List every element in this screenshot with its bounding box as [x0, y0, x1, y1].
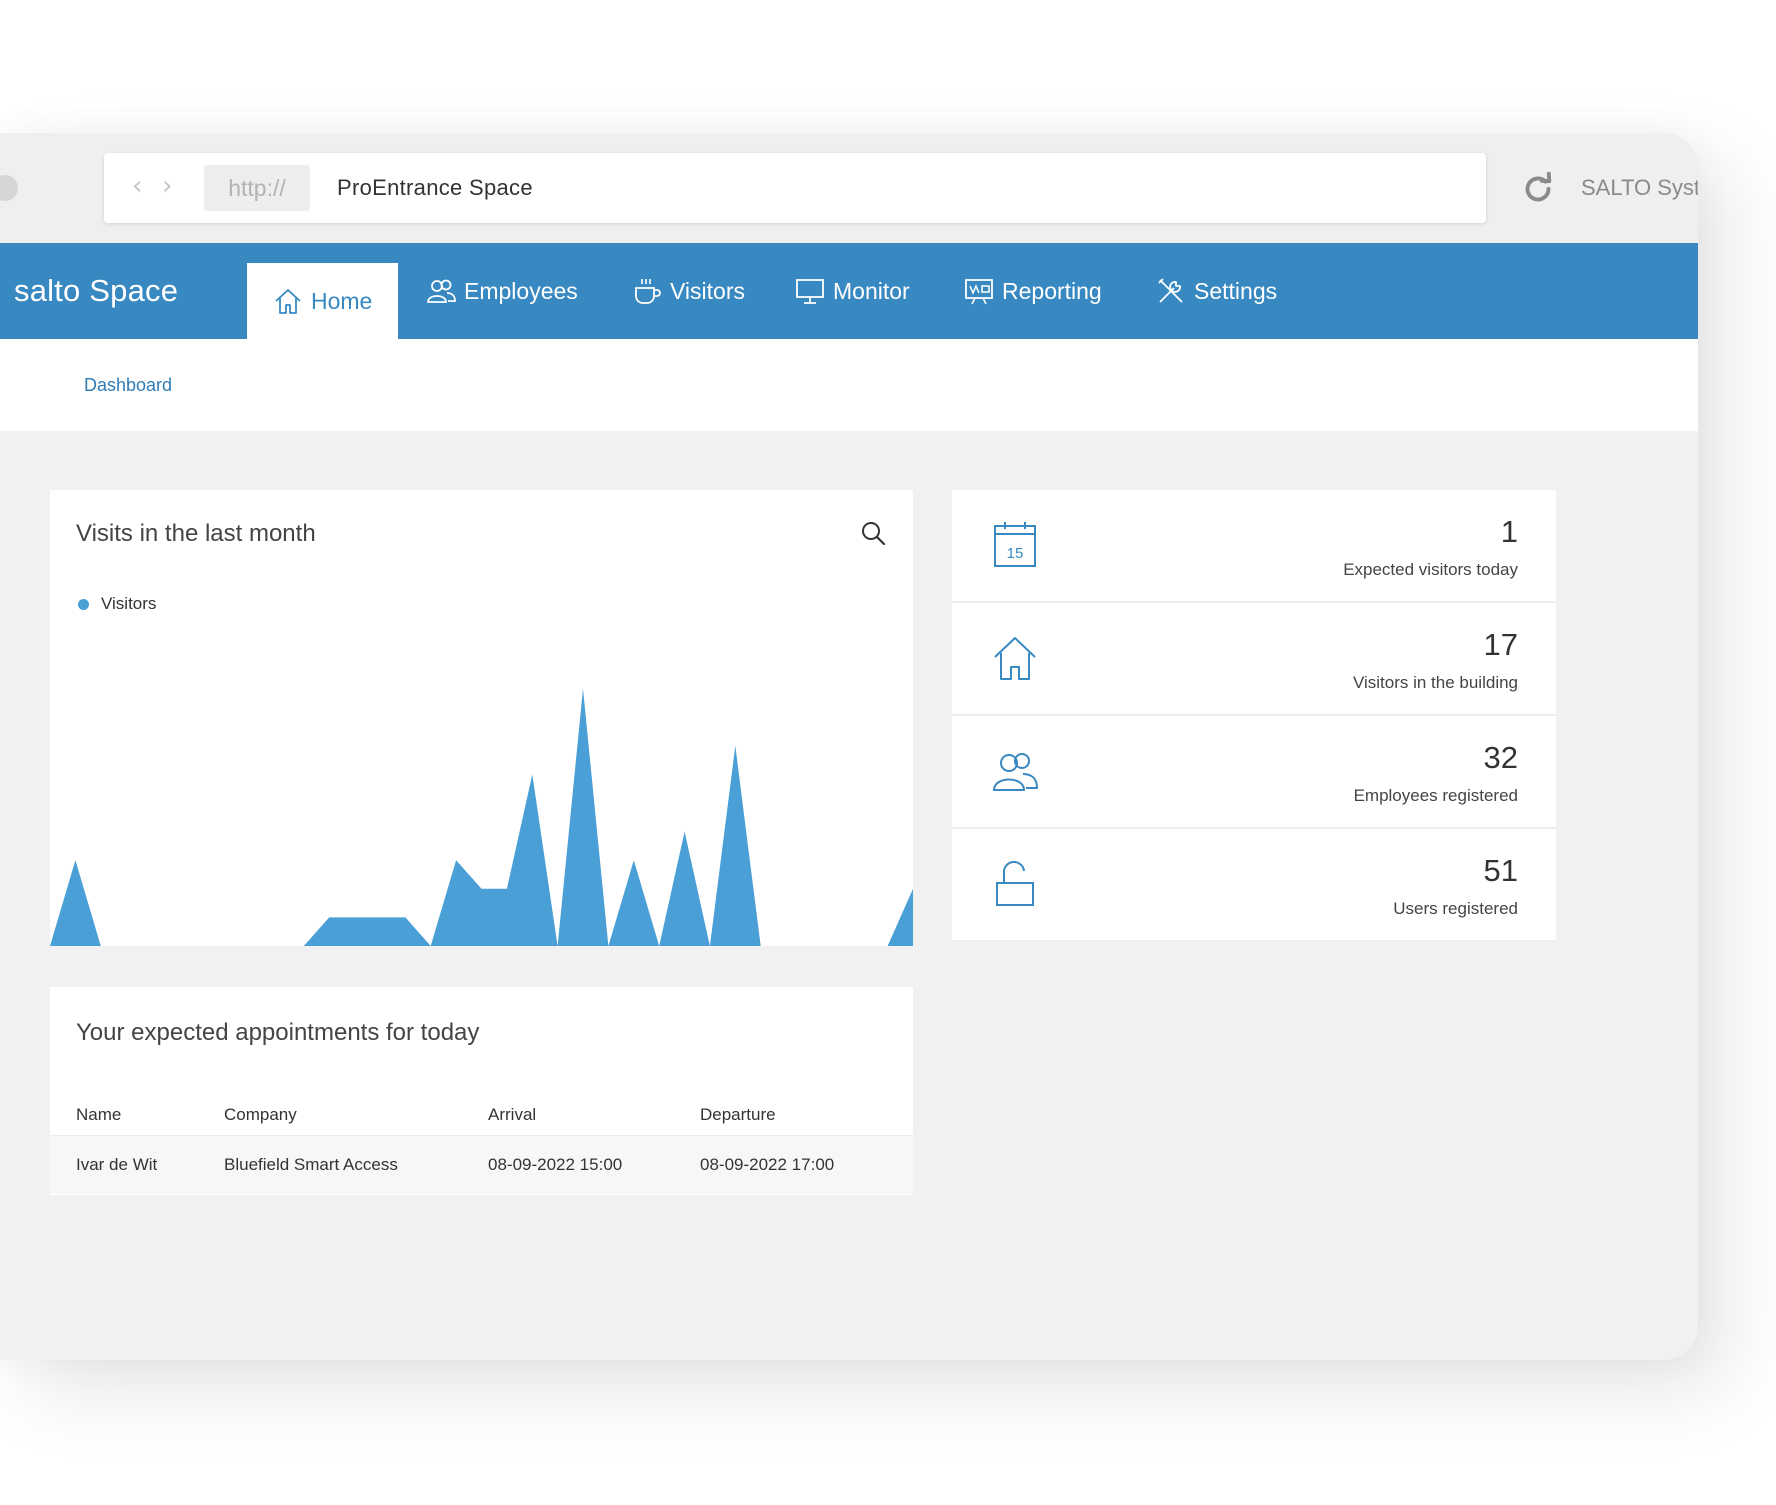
visits-chart — [50, 688, 913, 946]
back-arrow-icon[interactable]: ‹ — [132, 171, 142, 201]
series-area-visitors[interactable] — [50, 688, 913, 946]
chart-legend[interactable]: Visitors — [78, 594, 156, 614]
column-header-name[interactable]: Name — [76, 1105, 121, 1125]
appointments-card: Your expected appointments for today Nam… — [50, 987, 913, 1195]
browser-toolbar: ‹ › http:// ProEntrance Space SALTO Syst — [0, 133, 1698, 243]
home-icon — [275, 289, 301, 314]
tab-label: Home — [311, 287, 373, 314]
stat-value: 32 — [1483, 740, 1518, 775]
url-text[interactable]: ProEntrance Space — [337, 153, 533, 223]
brand-logo[interactable]: salto Space — [14, 243, 178, 339]
stat-label: Users registered — [1393, 899, 1518, 918]
visits-chart-card: Visits in the last month Visitors — [50, 490, 913, 946]
browser-window: ‹ › http:// ProEntrance Space SALTO Syst… — [0, 133, 1698, 1360]
calendar-icon: 15 — [994, 522, 1036, 567]
stat-label: Employees registered — [1353, 786, 1518, 805]
search-icon[interactable] — [860, 520, 886, 546]
monitor-icon — [796, 279, 824, 304]
stat-value: 1 — [1500, 514, 1518, 549]
stats-panel: 15 1 Expected visitors today 17 Visitors… — [952, 490, 1556, 942]
tab-home[interactable]: Home — [247, 263, 399, 339]
tab-label: Visitors — [670, 277, 745, 304]
tab-monitor[interactable]: Monitor — [795, 243, 910, 339]
svg-text:15: 15 — [1007, 545, 1024, 562]
reload-icon[interactable] — [1520, 171, 1556, 207]
stat-value: 17 — [1483, 627, 1518, 662]
sub-header: Dashboard — [0, 339, 1698, 431]
chart-title: Visits in the last month — [76, 520, 316, 547]
url-protocol: http:// — [204, 165, 310, 211]
stat-value: 51 — [1483, 853, 1518, 888]
cell-departure: 08-09-2022 17:00 — [700, 1155, 835, 1174]
window-control-dot[interactable] — [0, 175, 18, 201]
home-icon — [994, 637, 1036, 680]
tab-label: Employees — [464, 277, 578, 304]
tab-label: Monitor — [833, 277, 910, 304]
forward-arrow-icon[interactable]: › — [162, 171, 172, 201]
column-header-company[interactable]: Company — [224, 1105, 297, 1125]
address-bar[interactable]: ‹ › http:// ProEntrance Space — [104, 153, 1486, 223]
cell-arrival: 08-09-2022 15:00 — [488, 1155, 623, 1174]
stat-expected-visitors[interactable]: 15 1 Expected visitors today — [952, 490, 1556, 603]
coffee-cup-icon — [635, 279, 661, 304]
breadcrumb-dashboard[interactable]: Dashboard — [84, 339, 172, 431]
legend-label: Visitors — [101, 594, 157, 613]
stat-visitors-in-building[interactable]: 17 Visitors in the building — [952, 603, 1556, 716]
appointments-title: Your expected appointments for today — [76, 1019, 480, 1046]
table-row[interactable]: Ivar de Wit Bluefield Smart Access 08-09… — [50, 1136, 913, 1194]
stat-label: Expected visitors today — [1343, 560, 1518, 579]
stat-label: Visitors in the building — [1352, 673, 1518, 692]
column-header-arrival[interactable]: Arrival — [488, 1105, 536, 1125]
tab-employees[interactable]: Employees — [426, 243, 578, 339]
report-icon — [965, 279, 993, 305]
cell-name: Ivar de Wit — [76, 1155, 158, 1174]
tab-label: Settings — [1194, 277, 1278, 304]
tools-icon — [1158, 278, 1183, 303]
stat-employees-registered[interactable]: 32 Employees registered — [952, 716, 1556, 829]
tab-visitors[interactable]: Visitors — [632, 243, 745, 339]
tab-settings[interactable]: Settings — [1156, 243, 1277, 339]
tab-label: Reporting — [1002, 277, 1102, 304]
users-icon — [992, 753, 1038, 791]
cell-company: Bluefield Smart Access — [224, 1155, 398, 1174]
browser-tab-label: SALTO Syst — [1581, 175, 1698, 200]
column-header-departure[interactable]: Departure — [700, 1105, 776, 1125]
stat-users-registered[interactable]: 51 Users registered — [952, 829, 1556, 942]
unlock-icon — [996, 861, 1034, 906]
app-header: salto Space Home Employees Visitors Moni… — [0, 243, 1698, 339]
users-icon — [427, 279, 456, 303]
legend-dot — [78, 598, 89, 610]
tab-reporting[interactable]: Reporting — [964, 243, 1102, 339]
